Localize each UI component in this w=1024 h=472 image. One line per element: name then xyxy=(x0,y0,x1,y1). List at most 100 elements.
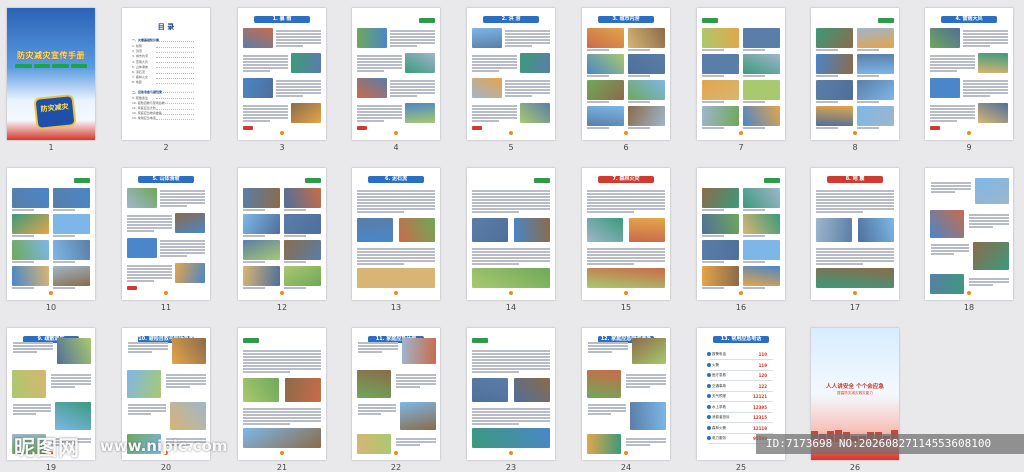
text-line xyxy=(390,86,435,88)
text-line xyxy=(505,36,550,38)
text-line xyxy=(472,64,517,66)
page-number: 21 xyxy=(276,463,288,472)
page-thumbnail-14[interactable] xyxy=(467,168,555,300)
text-line xyxy=(243,411,321,413)
text-line xyxy=(587,211,634,213)
text-line xyxy=(743,287,766,289)
text-line xyxy=(390,89,435,91)
text-line xyxy=(588,348,628,350)
page-thumbnail-3[interactable]: 1. 暴 雨 xyxy=(238,8,326,140)
illustration xyxy=(12,370,46,398)
text-line xyxy=(472,196,550,198)
page-thumbnail-18[interactable] xyxy=(925,168,1013,300)
text-line xyxy=(857,101,880,103)
text-line xyxy=(390,80,435,82)
text-line xyxy=(472,120,499,122)
text-line xyxy=(587,208,665,210)
cover-badge-text: 防灾减灾 xyxy=(40,102,69,114)
text-line xyxy=(969,220,1009,222)
text-line xyxy=(472,248,550,250)
text-line xyxy=(505,83,550,85)
page-number: 3 xyxy=(279,143,285,152)
text-line xyxy=(243,64,288,66)
text-line xyxy=(243,371,290,373)
illustration xyxy=(702,28,739,48)
page-number: 9 xyxy=(966,143,972,152)
text-line xyxy=(166,377,206,379)
text-line xyxy=(12,261,35,263)
text-line xyxy=(390,33,435,35)
phone-row: 水上求救 12395 xyxy=(707,403,773,413)
text-line xyxy=(816,190,894,192)
page-thumbnail-17[interactable]: 8. 地 震 xyxy=(811,168,899,300)
page-number: 13 xyxy=(390,303,402,312)
page-thumbnail-15[interactable]: 7. 森林火灾 xyxy=(582,168,670,300)
text-line xyxy=(12,235,35,237)
text-line xyxy=(587,263,634,265)
text-line xyxy=(160,196,205,198)
page-thumbnail-22[interactable]: 11. 家庭应急计划 xyxy=(352,328,440,460)
text-line xyxy=(930,61,975,63)
text-line xyxy=(396,444,420,446)
page-thumbnail-1[interactable]: 防灾减灾宣传手册 防灾减灾 xyxy=(7,8,95,140)
text-line xyxy=(472,353,550,355)
toc-item[interactable]: 13. 常用应急电话 xyxy=(132,116,200,121)
watermark-brand: 昵图网 xyxy=(14,436,80,460)
page-thumbnail-7[interactable] xyxy=(697,8,785,140)
page-thumbnail-8[interactable] xyxy=(811,8,899,140)
page-footer-dot xyxy=(509,131,513,135)
text-line xyxy=(816,251,894,253)
page-thumbnail-23[interactable] xyxy=(467,328,555,460)
page-thumbnail-4[interactable] xyxy=(352,8,440,140)
text-line xyxy=(472,117,517,119)
illustration xyxy=(175,263,205,283)
text-line xyxy=(931,247,969,249)
page-thumbnail-21[interactable] xyxy=(238,328,326,460)
text-line xyxy=(969,226,993,228)
text-line xyxy=(276,86,321,88)
page-thumbnail-13[interactable]: 6. 泥石流 xyxy=(352,168,440,300)
text-line xyxy=(284,287,307,289)
page-thumbnail-2[interactable]: 目 录一、灾害基础知识篇 1. 暴雨 2. 洪涝 3. 城市内涝 4. 雷雨大风 5. 山… xyxy=(122,8,210,140)
page-thumbnail-11[interactable]: 5. 山体滑坡 xyxy=(122,168,210,300)
text-line xyxy=(505,33,550,35)
page-number: 25 xyxy=(735,463,747,472)
illustration xyxy=(243,428,321,448)
section-title: 7. 森林火灾 xyxy=(612,176,640,182)
page-thumbnail-10[interactable] xyxy=(7,168,95,300)
illustration xyxy=(514,218,550,242)
illustration xyxy=(357,218,393,242)
text-line xyxy=(160,249,205,251)
page-thumbnail-12[interactable] xyxy=(238,168,326,300)
text-line xyxy=(587,199,665,201)
text-line xyxy=(816,75,839,77)
text-line xyxy=(931,250,969,252)
text-line xyxy=(358,413,381,415)
page-thumbnail-5[interactable]: 2. 洪 涝 xyxy=(467,8,555,140)
text-line xyxy=(358,342,398,344)
text-line xyxy=(816,127,839,129)
text-line xyxy=(628,75,651,77)
illustration xyxy=(743,266,780,286)
page-thumbnail-6[interactable]: 3. 城市内涝 xyxy=(582,8,670,140)
page-thumbnail-24[interactable]: 12. 家庭应急物资准备 xyxy=(582,328,670,460)
page-thumbnail-9[interactable]: 4. 雷雨大风 xyxy=(925,8,1013,140)
page-number: 16 xyxy=(735,303,747,312)
text-line xyxy=(587,127,610,129)
text-line xyxy=(588,342,628,344)
text-line xyxy=(626,380,666,382)
text-line xyxy=(963,30,1008,32)
toc-item[interactable]: 8. 地震 xyxy=(132,80,200,85)
cover-chip xyxy=(15,64,32,68)
text-line xyxy=(357,114,402,116)
section-title: 8. 地 震 xyxy=(845,176,865,182)
row-bullet xyxy=(707,394,711,398)
cover-chips xyxy=(15,64,87,68)
text-line xyxy=(396,377,436,379)
text-line xyxy=(127,227,172,229)
illustration xyxy=(702,106,739,126)
text-line xyxy=(931,182,971,184)
illustration xyxy=(472,378,508,402)
text-line xyxy=(472,257,550,259)
page-thumbnail-16[interactable] xyxy=(697,168,785,300)
